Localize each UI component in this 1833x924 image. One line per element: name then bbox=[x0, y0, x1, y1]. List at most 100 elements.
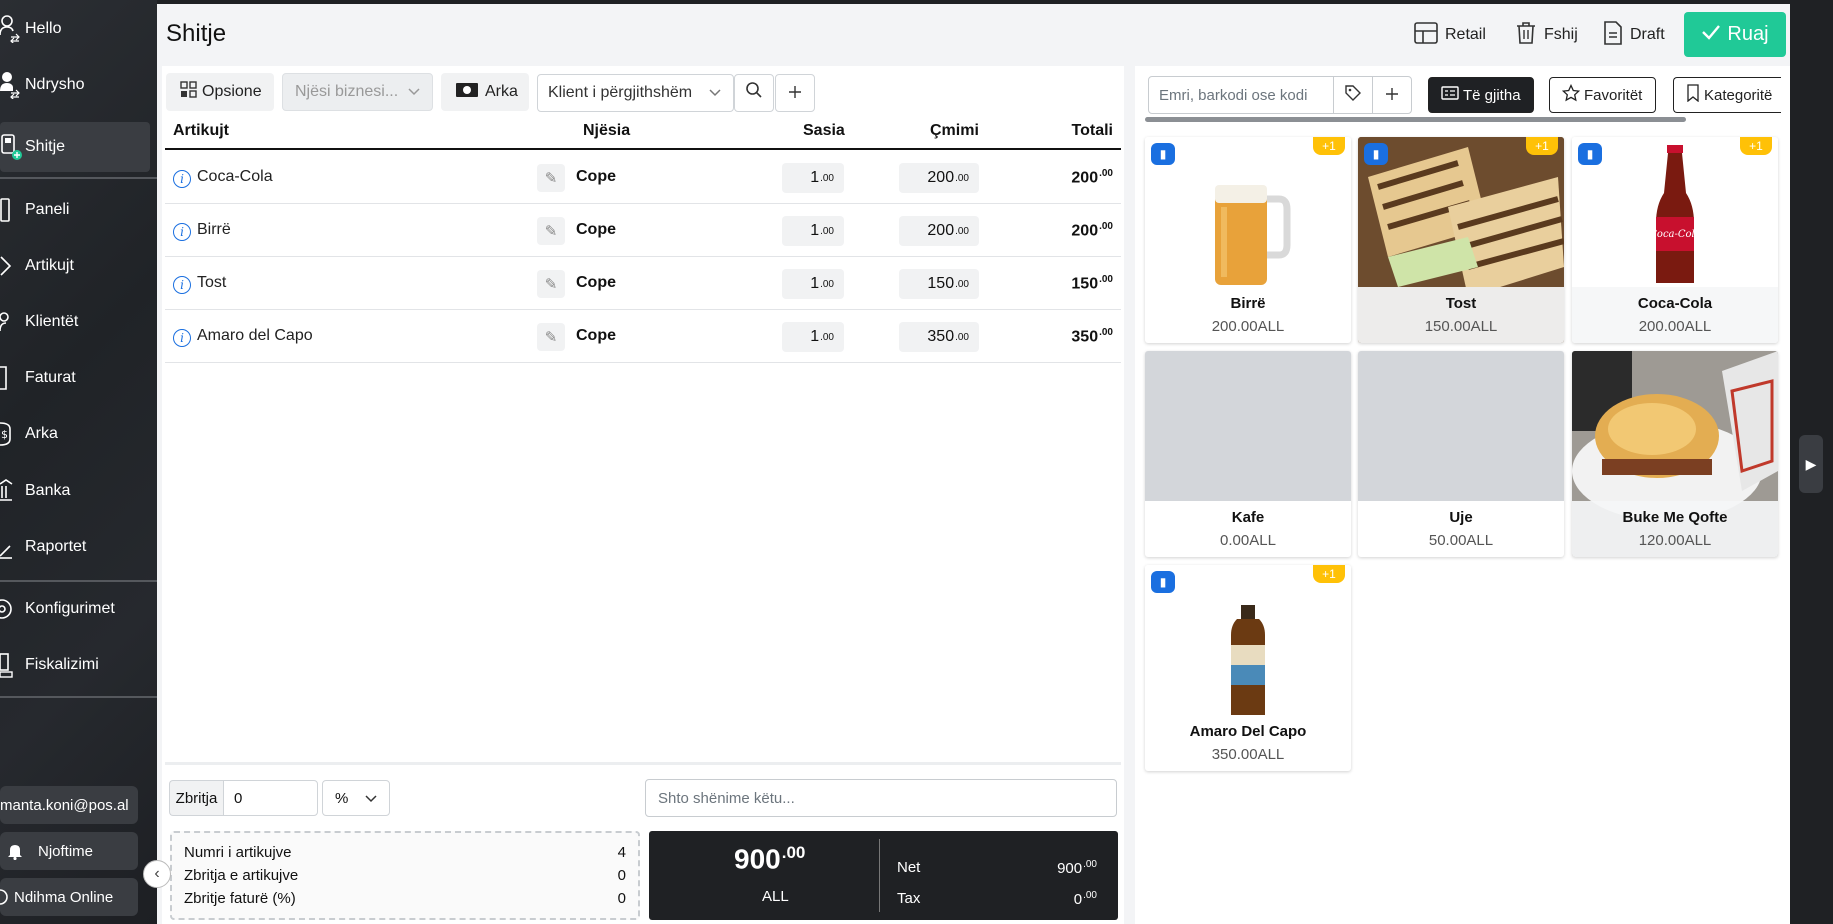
horizontal-scrollbar[interactable] bbox=[1145, 117, 1686, 122]
price-field[interactable]: 150.00 bbox=[899, 269, 979, 299]
product-card[interactable]: Uje 50.00ALL bbox=[1358, 351, 1564, 557]
table-row[interactable]: i Tost ✎ Cope 1.00 150.00 150.00 bbox=[165, 257, 1121, 310]
sidebar-item-konfigurimet[interactable]: Konfigurimet bbox=[0, 584, 157, 634]
info-icon[interactable]: i bbox=[173, 276, 191, 294]
sidebar-item-raportet[interactable]: Raportet bbox=[0, 522, 157, 572]
sidebar-item-ndrysho[interactable]: Ndrysho bbox=[0, 60, 157, 110]
product-name: Coca-Cola bbox=[1637, 295, 1713, 312]
product-price: 120.00ALL bbox=[1638, 532, 1712, 549]
currency: ALL bbox=[762, 888, 789, 905]
qty-value: 1 bbox=[810, 169, 820, 186]
qty-field[interactable]: 1.00 bbox=[782, 163, 844, 193]
bookmark-icon[interactable]: ▮ bbox=[1151, 143, 1175, 165]
summary-box: Numri i artikujve 4 Zbritja e artikujve … bbox=[170, 831, 640, 920]
price-field[interactable]: 200.00 bbox=[899, 163, 979, 193]
sidebar-item-arka[interactable]: $ Arka bbox=[0, 409, 157, 459]
plus-icon bbox=[1385, 85, 1399, 106]
layout-icon bbox=[1414, 21, 1438, 49]
toggle-panel-button[interactable]: ▶ bbox=[1799, 435, 1823, 493]
pencil-icon[interactable]: ✎ bbox=[537, 164, 565, 192]
discount-input[interactable]: 0 bbox=[223, 780, 318, 816]
collapse-sidebar-button[interactable]: ‹ bbox=[143, 860, 171, 888]
table-row[interactable]: i Amaro del Capo ✎ Cope 1.00 350.00 350.… bbox=[165, 310, 1121, 363]
discount-type-select[interactable]: % bbox=[322, 780, 390, 816]
quantity-badge: +1 bbox=[1526, 137, 1558, 155]
draft-label: Draft bbox=[1630, 26, 1665, 43]
bookmark-icon[interactable]: ▮ bbox=[1151, 571, 1175, 593]
item-name: Coca-Cola bbox=[197, 168, 273, 185]
total-value: 200 bbox=[1071, 222, 1099, 240]
summary-label: Zbritja e artikujve bbox=[184, 867, 299, 884]
pencil-icon[interactable]: ✎ bbox=[537, 270, 565, 298]
sidebar-item-artikujt[interactable]: Artikujt bbox=[0, 241, 157, 291]
tax-label: Tax bbox=[897, 890, 921, 907]
sidebar-item-shitje[interactable]: Shitje bbox=[0, 122, 150, 172]
sidebar-item-faturat[interactable]: Faturat bbox=[0, 353, 157, 403]
table-row[interactable]: i Birrë ✎ Cope 1.00 200.00 200.00 bbox=[165, 204, 1121, 257]
sidebar-item-paneli[interactable]: Paneli bbox=[0, 185, 157, 235]
chevron-down-icon bbox=[365, 790, 377, 807]
item-unit: Cope bbox=[576, 168, 616, 185]
col-total: Totali bbox=[1071, 122, 1113, 139]
search-client-button[interactable] bbox=[734, 74, 774, 112]
save-button[interactable]: Ruaj bbox=[1684, 12, 1786, 57]
user-email-text: manta.koni@pos.al bbox=[0, 796, 129, 814]
product-card[interactable]: ▮ +1 Birrë 200.00ALL bbox=[1145, 137, 1351, 343]
info-icon[interactable]: i bbox=[173, 170, 191, 188]
product-price: 200.00ALL bbox=[1211, 318, 1285, 335]
qty-decimals: .00 bbox=[820, 331, 834, 343]
sidebar-item-label: Konfigurimet bbox=[25, 600, 115, 617]
sidebar-item-label: Klientët bbox=[25, 313, 79, 330]
price-field[interactable]: 350.00 bbox=[899, 322, 979, 352]
sidebar-item-hello[interactable]: Hello bbox=[0, 4, 157, 54]
business-unit-select[interactable]: Njësi biznesi... bbox=[282, 73, 433, 111]
add-client-button[interactable] bbox=[775, 74, 815, 112]
product-card[interactable]: Buke Me Qofte 120.00ALL bbox=[1572, 351, 1778, 557]
notes-textarea[interactable]: Shto shënime këtu... bbox=[645, 779, 1117, 817]
product-card[interactable]: Kafe 0.00ALL bbox=[1145, 351, 1351, 557]
client-select[interactable]: Klient i përgjithshëm bbox=[537, 74, 734, 112]
pencil-icon[interactable]: ✎ bbox=[537, 217, 565, 245]
sidebar-item-banka[interactable]: Banka bbox=[0, 466, 157, 516]
list-icon bbox=[1441, 86, 1459, 104]
cash-register-icon: $ bbox=[0, 421, 22, 447]
price-field[interactable]: 200.00 bbox=[899, 216, 979, 246]
cash-button[interactable]: Arka bbox=[441, 73, 529, 111]
qty-field[interactable]: 1.00 bbox=[782, 216, 844, 246]
divider bbox=[165, 762, 1121, 765]
add-product-button[interactable] bbox=[1372, 76, 1412, 114]
delete-button[interactable]: Fshij bbox=[1515, 18, 1578, 52]
info-icon[interactable]: i bbox=[173, 223, 191, 241]
net-value: 900 bbox=[1057, 860, 1083, 877]
barcode-tag-button[interactable] bbox=[1333, 76, 1373, 114]
retail-button[interactable]: Retail bbox=[1414, 18, 1486, 52]
sidebar-item-label: Raportet bbox=[25, 538, 87, 555]
top-border bbox=[157, 0, 1833, 4]
options-button[interactable]: Opsione bbox=[166, 73, 274, 111]
price-decimals: .00 bbox=[955, 172, 969, 184]
bookmark-icon[interactable]: ▮ bbox=[1578, 143, 1602, 165]
sidebar-item-fiskalizimi[interactable]: Fiskalizimi bbox=[0, 640, 157, 690]
notifications-button[interactable]: Njoftime bbox=[0, 832, 138, 870]
product-card[interactable]: ▮ +1 Amaro Del Capo 350.00ALL bbox=[1145, 565, 1351, 771]
qty-field[interactable]: 1.00 bbox=[782, 269, 844, 299]
product-price: 0.00ALL bbox=[1220, 532, 1276, 549]
product-search-input[interactable]: Emri, barkodi ose kodi bbox=[1148, 76, 1334, 114]
filter-categories-button[interactable]: Kategoritë bbox=[1673, 77, 1781, 113]
qty-field[interactable]: 1.00 bbox=[782, 322, 844, 352]
pencil-icon[interactable]: ✎ bbox=[537, 323, 565, 351]
info-icon[interactable]: i bbox=[173, 329, 191, 347]
bookmark-icon[interactable]: ▮ bbox=[1364, 143, 1388, 165]
product-card[interactable]: Coca-Cola ▮ +1 Coca-Cola 200.00ALL bbox=[1572, 137, 1778, 343]
draft-button[interactable]: Draft bbox=[1603, 18, 1665, 52]
filter-favorites-button[interactable]: Favoritët bbox=[1549, 77, 1656, 113]
dashboard-icon bbox=[0, 197, 22, 223]
help-online-button[interactable]: Ndihma Online bbox=[0, 878, 138, 916]
product-card[interactable]: ▮ +1 Tost 150.00ALL bbox=[1358, 137, 1564, 343]
sidebar-item-klientet[interactable]: Klientët bbox=[0, 297, 157, 347]
table-row[interactable]: i Coca-Cola ✎ Cope 1.00 200.00 200.00 bbox=[165, 151, 1121, 204]
filter-all-button[interactable]: Të gjitha bbox=[1428, 77, 1534, 113]
user-email[interactable]: manta.koni@pos.al bbox=[0, 786, 138, 824]
search-icon bbox=[745, 81, 763, 105]
item-unit: Cope bbox=[576, 221, 616, 238]
